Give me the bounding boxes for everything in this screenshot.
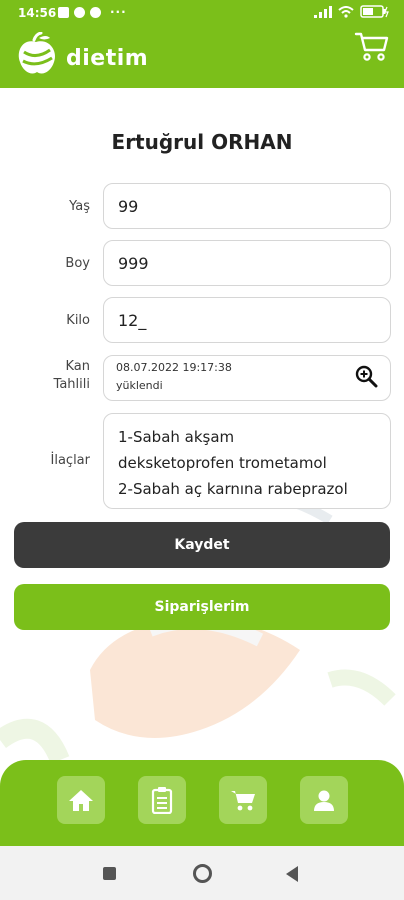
home-icon (69, 790, 93, 811)
app-notification-icon (74, 6, 85, 18)
nav-profile-button[interactable] (300, 776, 348, 824)
nav-home-button[interactable] (57, 776, 105, 824)
back-triangle-icon[interactable] (286, 866, 298, 882)
gallery-notification-icon (58, 6, 69, 18)
more-notifications: ··· (110, 5, 127, 19)
clipboard-icon (151, 787, 173, 814)
blood-test-label: Kan Tahlili (0, 358, 90, 394)
user-name: Ertuğrul ORHAN (111, 130, 293, 154)
blood-test-label-line1: Kan (65, 359, 90, 374)
weight-field[interactable]: 12_ (103, 297, 391, 343)
weight-value: 12_ (118, 311, 147, 330)
apple-logo-icon (18, 32, 56, 74)
meds-line-1: 1-Sabah akşam (118, 428, 235, 446)
status-notification-icons: ··· (58, 5, 127, 19)
save-button[interactable]: Kaydet (14, 522, 390, 568)
status-time: 14:56 (18, 6, 57, 20)
meds-textarea[interactable]: 1-Sabah akşam deksketoprofen trometamol … (103, 413, 391, 509)
wifi-icon (338, 5, 354, 18)
age-field[interactable]: 99 (103, 183, 391, 229)
age-label: Yaş (69, 199, 90, 214)
blood-test-label-line2: Tahlili (53, 377, 90, 392)
telegram-notification-icon (90, 6, 101, 18)
bottom-nav (0, 760, 404, 846)
app-title: dietim (66, 46, 149, 71)
height-field[interactable]: 999 (103, 240, 391, 286)
blood-test-date: 08.07.2022 19:17:38 (116, 361, 232, 374)
battery-icon (360, 5, 389, 18)
status-system-icons (314, 5, 390, 18)
my-orders-button[interactable]: Siparişlerim (14, 584, 390, 630)
app-header: dietim (0, 26, 404, 88)
age-value: 99 (118, 197, 139, 216)
home-circle-icon[interactable] (193, 864, 212, 883)
meds-text: 1-Sabah akşam deksketoprofen trometamol … (118, 424, 380, 502)
height-label: Boy (65, 256, 90, 271)
meds-line-3: 2-Sabah aç karnına rabeprazol (118, 480, 348, 498)
nav-diet-list-button[interactable] (138, 776, 186, 824)
status-bar: 14:56 ··· (0, 0, 404, 26)
recent-apps-icon[interactable] (103, 867, 116, 880)
cart-icon (231, 791, 255, 811)
nav-cart-button[interactable] (219, 776, 267, 824)
signal-icon (314, 5, 332, 18)
height-value: 999 (118, 254, 149, 273)
system-navigation-bar (0, 846, 404, 900)
weight-label: Kilo (66, 313, 90, 328)
blood-test-status: yüklendi (116, 379, 163, 392)
meds-label: İlaçlar (50, 453, 90, 468)
meds-line-2: deksketoprofen trometamol (118, 454, 327, 472)
blood-test-field[interactable]: 08.07.2022 19:17:38 yüklendi (103, 355, 391, 401)
user-icon (314, 790, 334, 811)
cart-icon[interactable] (354, 30, 390, 62)
zoom-in-icon[interactable] (354, 364, 378, 388)
